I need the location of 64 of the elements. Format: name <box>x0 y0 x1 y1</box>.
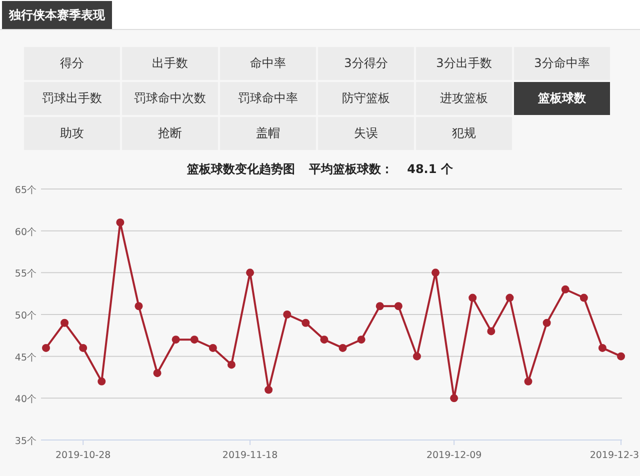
stat-tab[interactable]: 罚球出手数 <box>24 82 120 115</box>
stat-tab[interactable]: 得分 <box>24 47 120 80</box>
x-axis-label: 2019-12-3 <box>590 450 639 461</box>
data-point[interactable] <box>79 344 88 352</box>
data-point[interactable] <box>580 294 588 302</box>
section-title: 独行侠本赛季表现 <box>2 1 112 29</box>
average-value: 48.1 个 <box>407 161 453 177</box>
data-point[interactable] <box>432 268 440 277</box>
data-point[interactable] <box>98 377 106 386</box>
stat-tab[interactable]: 3分出手数 <box>416 47 512 80</box>
stat-tab[interactable]: 防守篮板 <box>318 82 414 115</box>
data-point[interactable] <box>542 318 551 327</box>
stat-tab[interactable]: 盖帽 <box>220 117 316 150</box>
stat-tab[interactable]: 罚球命中次数 <box>122 82 218 115</box>
data-point[interactable] <box>376 302 384 310</box>
data-point[interactable] <box>338 344 347 352</box>
stat-tab[interactable]: 失误 <box>318 117 414 150</box>
data-point[interactable] <box>116 218 124 226</box>
data-point[interactable] <box>487 327 496 336</box>
data-point[interactable] <box>246 268 254 277</box>
data-point[interactable] <box>208 344 217 352</box>
stat-tab[interactable]: 3分命中率 <box>514 47 610 80</box>
y-axis-label: 65个 <box>14 185 37 196</box>
data-point[interactable] <box>357 336 366 344</box>
stat-tab[interactable]: 助攻 <box>24 117 120 150</box>
data-point[interactable] <box>283 310 292 318</box>
data-point[interactable] <box>412 352 421 360</box>
y-axis-label: 40个 <box>14 394 37 406</box>
x-axis-label: 2019-10-28 <box>55 450 111 461</box>
data-point[interactable] <box>172 336 180 344</box>
data-point[interactable] <box>506 294 514 302</box>
data-point[interactable] <box>190 336 198 344</box>
data-point[interactable] <box>153 369 162 378</box>
data-point[interactable] <box>617 352 625 360</box>
data-point[interactable] <box>394 302 402 310</box>
stat-tab[interactable]: 篮板球数 <box>514 82 610 115</box>
data-point[interactable] <box>227 360 236 369</box>
data-point[interactable] <box>468 294 477 302</box>
data-point[interactable] <box>302 318 310 327</box>
data-point[interactable] <box>264 386 273 394</box>
y-axis-label: 45个 <box>14 352 37 364</box>
data-point[interactable] <box>60 318 69 327</box>
data-point[interactable] <box>134 302 143 310</box>
y-axis-label: 35个 <box>14 436 37 447</box>
data-point[interactable] <box>42 344 50 352</box>
y-axis-label: 55个 <box>14 268 37 280</box>
x-axis-label: 2019-11-18 <box>222 450 278 461</box>
stat-tab[interactable]: 抢断 <box>122 117 218 150</box>
average-label: 平均篮板球数： <box>309 161 394 177</box>
x-axis-label: 2019-12-09 <box>426 450 482 461</box>
stat-tab[interactable]: 犯规 <box>416 117 512 150</box>
y-axis-label: 60个 <box>14 226 37 238</box>
chart-title: 篮板球数变化趋势图 <box>187 161 296 177</box>
stat-tab[interactable]: 命中率 <box>220 47 316 80</box>
stat-tab[interactable]: 进攻篮板 <box>416 82 512 115</box>
data-point[interactable] <box>524 377 532 386</box>
data-point[interactable] <box>598 344 606 352</box>
data-point[interactable] <box>320 336 328 344</box>
stat-tab[interactable]: 出手数 <box>122 47 218 80</box>
data-point[interactable] <box>561 285 570 294</box>
stat-tab[interactable]: 罚球命中率 <box>220 82 316 115</box>
y-axis-label: 50个 <box>14 310 37 322</box>
data-point[interactable] <box>450 394 458 402</box>
stat-tab[interactable]: 3分得分 <box>318 47 414 80</box>
